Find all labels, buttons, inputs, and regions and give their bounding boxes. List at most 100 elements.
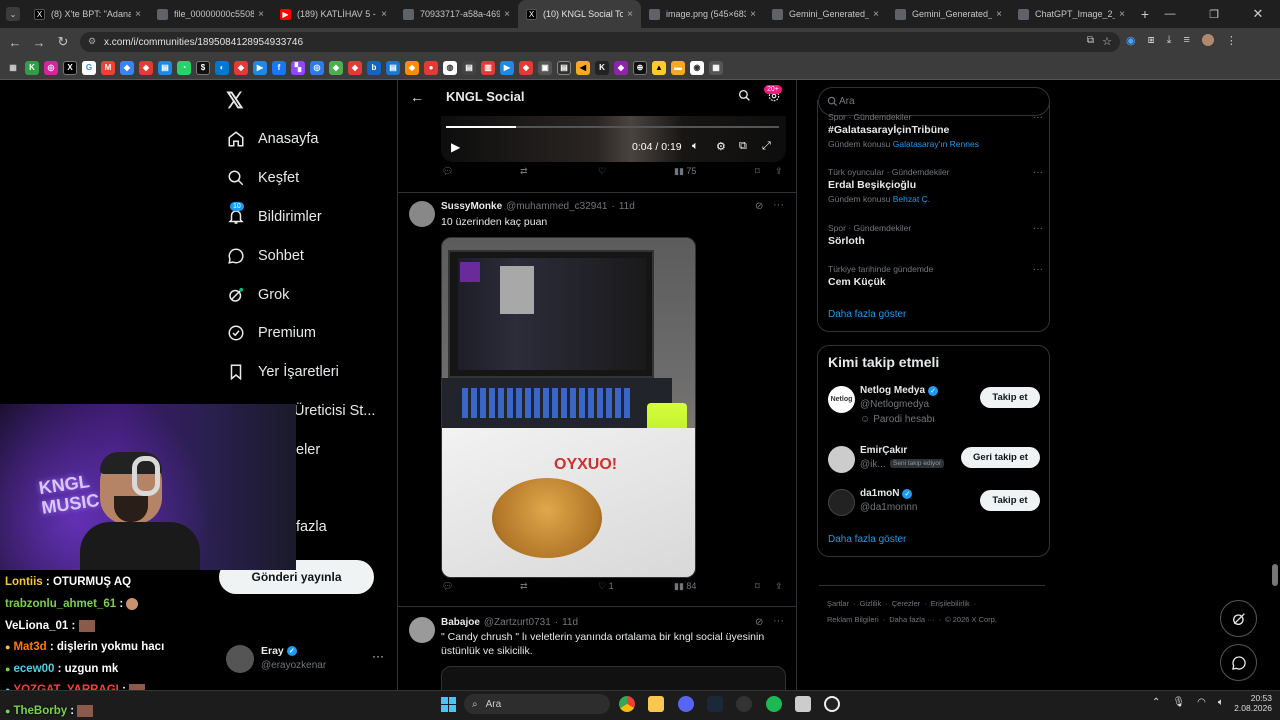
play-icon[interactable]: ▶ — [451, 140, 460, 154]
extensions-puzzle-icon[interactable]: ⧆ — [1148, 34, 1155, 47]
nav-item-home[interactable]: Anasayfa — [226, 124, 318, 154]
reply-icon[interactable]: 💬︎ — [442, 166, 453, 177]
bookmark-icon[interactable]: ⊕ — [633, 60, 647, 75]
back-button[interactable]: ← — [3, 35, 27, 50]
nav-item-more[interactable]: fazla — [296, 512, 327, 542]
video-settings-icon[interactable]: ⚙ — [716, 140, 726, 153]
notepad-icon[interactable] — [795, 696, 811, 712]
close-tab-icon[interactable]: × — [135, 9, 141, 20]
file-explorer-icon[interactable] — [648, 696, 664, 712]
close-tab-icon[interactable]: × — [996, 9, 1002, 20]
reload-button[interactable]: ↻ — [51, 34, 75, 50]
bookmark-icon[interactable]: ◎ — [44, 60, 58, 75]
bookmark-icon[interactable]: ◆ — [348, 60, 362, 75]
repost-icon[interactable]: ⇄ — [520, 166, 528, 177]
bookmark-icon[interactable]: ◔ — [177, 60, 191, 75]
bookmark-icon[interactable]: ▶ — [500, 60, 514, 75]
nav-item-creator-studio[interactable]: Üreticisi St... — [294, 396, 375, 426]
close-tab-icon[interactable]: × — [381, 9, 387, 20]
account-switcher[interactable]: Eray ✓ @erayozkenar ··· — [226, 644, 386, 674]
back-arrow-icon[interactable]: ← — [410, 89, 424, 105]
bookmark-icon[interactable]: ◆ — [234, 60, 248, 75]
post[interactable]: Babajoe @Zartzurt0731 · 11d ⊘ ··· " Cand… — [398, 607, 796, 690]
more-dots-icon[interactable]: ··· — [1033, 112, 1043, 123]
bookmark-icon[interactable]: ▶ — [253, 60, 267, 75]
bookmark-icon[interactable]: ▤ — [557, 60, 571, 75]
more-dots-icon[interactable]: ··· — [1033, 167, 1043, 178]
site-info-icon[interactable]: ⚙ — [88, 36, 96, 47]
messages-float-button[interactable] — [1220, 644, 1257, 681]
spotify-icon[interactable] — [766, 696, 782, 712]
bookmark-icon[interactable]: ▚ — [291, 60, 305, 75]
bookmark-icon[interactable]: ◍ — [443, 60, 457, 75]
bookmark-icon[interactable]: K — [25, 60, 39, 75]
close-tab-icon[interactable]: × — [873, 9, 879, 20]
share-icon[interactable]: ⇪ — [775, 581, 783, 592]
forward-button[interactable]: → — [27, 35, 51, 50]
browser-tab-active[interactable]: X (10) KNGL Social Top × — [518, 0, 641, 28]
x-logo-icon[interactable]: 𝕏 — [226, 88, 244, 114]
bookmark-star-icon[interactable]: ☆ — [1102, 35, 1112, 48]
bookmark-icon[interactable]: ● — [424, 60, 438, 75]
extension-icon[interactable]: ◉ — [1126, 34, 1136, 47]
browser-tab[interactable]: ChatGPT_Image_2_A × — [1010, 0, 1133, 28]
more-dots-icon[interactable]: ··· — [773, 199, 784, 211]
more-dots-icon[interactable]: ··· — [773, 615, 784, 627]
download-icon[interactable]: ⤓ — [1167, 34, 1172, 47]
fullscreen-icon[interactable]: ⤢ — [762, 140, 771, 153]
follow-back-button[interactable]: Geri takip et — [961, 447, 1040, 468]
post[interactable]: SussyMonke @muhammed_c32941 · 11d ⊘ ··· … — [398, 193, 796, 607]
wifi-icon[interactable]: ◠ — [1197, 697, 1206, 708]
more-dots-icon[interactable]: ··· — [1033, 223, 1043, 234]
bookmark-icon[interactable]: ▥ — [481, 60, 495, 75]
video-player[interactable]: ▶ 0:04 / 0:19 🔈︎ ⚙ ⧉ ⤢ — [441, 116, 786, 162]
bookmark-icon[interactable]: $ — [196, 60, 210, 75]
windows-start-icon[interactable] — [441, 697, 456, 712]
close-tab-icon[interactable]: × — [750, 9, 756, 20]
reply-icon[interactable]: 💬︎ — [442, 581, 453, 592]
app-icon[interactable] — [736, 696, 752, 712]
profile-avatar-icon[interactable] — [1201, 34, 1214, 46]
grok-icon[interactable]: ⊘ — [755, 201, 763, 212]
taskbar-search-field[interactable]: ⌕ Ara — [464, 694, 610, 714]
nav-item-premium[interactable]: Premium — [226, 318, 316, 348]
nav-item-lists[interactable]: eler — [296, 435, 320, 465]
trend-item[interactable]: Türk oyuncular · Gündemdekiler Erdal Beş… — [828, 167, 1043, 204]
video-progress-track[interactable] — [446, 126, 779, 128]
browser-tab[interactable]: ▶ (189) KATLİHAV 5 - K × — [272, 0, 395, 28]
share-icon[interactable]: ⇪ — [775, 166, 783, 177]
follow-button[interactable]: Takip et — [980, 490, 1040, 511]
nav-item-grok[interactable]: Grok — [226, 280, 289, 310]
nav-item-chat[interactable]: Sohbet — [226, 241, 304, 271]
volume-icon[interactable]: 🔈︎ — [692, 140, 699, 153]
volume-icon[interactable]: 🔈︎ — [1218, 697, 1224, 708]
more-dots-icon[interactable]: ··· — [1033, 264, 1043, 275]
grok-icon[interactable]: ⊘ — [755, 617, 763, 628]
like-icon[interactable]: ♡ — [598, 166, 606, 177]
scrollbar-thumb[interactable] — [1272, 564, 1278, 586]
search-icon[interactable] — [738, 89, 751, 107]
bookmark-icon[interactable]: ◐ — [215, 60, 229, 75]
discord-icon[interactable] — [678, 696, 694, 712]
more-dots-icon[interactable]: ··· — [372, 649, 384, 663]
folder-icon[interactable]: ▬ — [671, 60, 685, 75]
pip-icon[interactable]: ⧉ — [739, 140, 747, 153]
views-icon[interactable]: ▮▮ 84 — [674, 581, 696, 592]
nav-item-explore[interactable]: Keşfet — [226, 163, 299, 193]
url-field[interactable]: ⚙ x.com/i/communities/189508412895493374… — [80, 32, 1120, 52]
microphone-icon[interactable]: 🎙︎ — [1172, 697, 1185, 708]
chevron-up-icon[interactable]: ⌃ — [1152, 697, 1160, 708]
bookmark-icon[interactable]: ⌑ — [755, 581, 760, 592]
bookmark-icon[interactable]: ⌑ — [755, 166, 760, 177]
like-icon[interactable]: ♡ 1 — [598, 581, 614, 592]
bookmark-icon[interactable]: ◀ — [576, 60, 590, 75]
close-window-button[interactable]: ✕ — [1236, 6, 1280, 22]
bookmark-icon[interactable]: ◆ — [120, 60, 134, 75]
bookmark-icon[interactable]: ◆ — [329, 60, 343, 75]
bookmark-icon[interactable]: ▤ — [462, 60, 476, 75]
chrome-taskbar-icon[interactable] — [619, 696, 635, 712]
bookmark-icon[interactable]: M — [101, 60, 115, 75]
bookmark-icon[interactable]: K — [595, 60, 609, 75]
menu-kebab-icon[interactable]: ⋮ — [1226, 34, 1237, 47]
bookmark-icon[interactable]: ◎ — [310, 60, 324, 75]
